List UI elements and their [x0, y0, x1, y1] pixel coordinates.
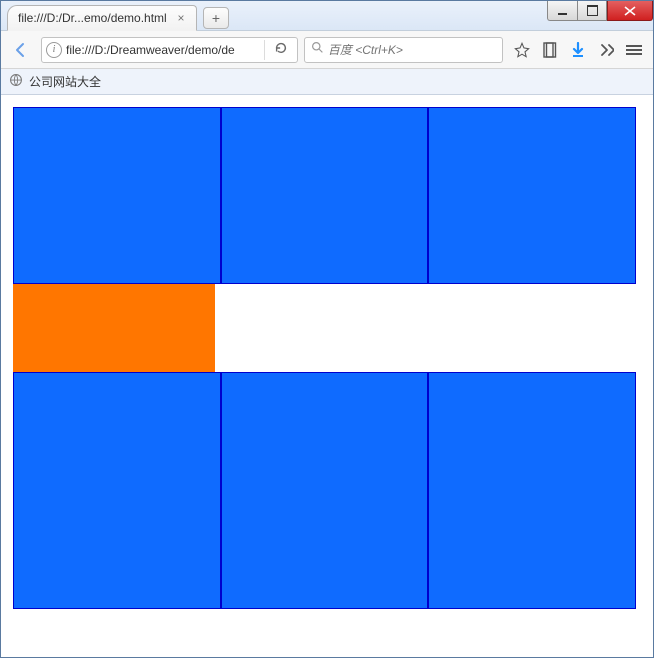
toolbar-right: [509, 41, 647, 59]
globe-icon: [9, 73, 23, 90]
titlebar: file:///D:/Dr...emo/demo.html × +: [1, 1, 653, 31]
new-tab-button[interactable]: +: [203, 7, 229, 29]
bookmark-star-icon[interactable]: [513, 41, 531, 59]
url-input[interactable]: [66, 43, 260, 57]
browser-window: file:///D:/Dr...emo/demo.html × + i: [0, 0, 654, 658]
tab-strip: file:///D:/Dr...emo/demo.html × +: [7, 5, 229, 31]
maximize-button[interactable]: [577, 1, 607, 21]
tab-close-button[interactable]: ×: [174, 11, 188, 25]
grid-cell-3-2: [221, 372, 429, 609]
nav-toolbar: i: [1, 31, 653, 69]
close-button[interactable]: [607, 1, 653, 21]
library-icon[interactable]: [541, 41, 559, 59]
hamburger-icon: [626, 43, 642, 57]
search-icon: [311, 41, 324, 59]
search-input[interactable]: [328, 43, 496, 57]
grid-cell-3-3: [428, 372, 636, 609]
grid-cell-2-1: [13, 284, 215, 372]
content-viewport: [1, 95, 653, 657]
bookmarks-bar: 公司网站大全: [1, 69, 653, 95]
url-divider: [264, 40, 265, 60]
grid-cell-2-2: [215, 284, 636, 372]
window-controls: [547, 1, 653, 21]
bookmark-link[interactable]: 公司网站大全: [29, 73, 101, 90]
grid-cell-1-1: [13, 107, 221, 284]
grid-row-2: [13, 284, 636, 372]
url-bar[interactable]: i: [41, 37, 298, 63]
grid-cell-1-2: [221, 107, 429, 284]
grid-row-3: [13, 372, 636, 609]
minimize-button[interactable]: [547, 1, 577, 21]
menu-button[interactable]: [625, 41, 643, 59]
search-bar[interactable]: [304, 37, 503, 63]
grid-cell-3-1: [13, 372, 221, 609]
grid-cell-1-3: [428, 107, 636, 284]
overflow-icon[interactable]: [597, 41, 615, 59]
site-info-icon[interactable]: i: [46, 42, 62, 58]
downloads-icon[interactable]: [569, 41, 587, 59]
back-button[interactable]: [7, 36, 35, 64]
tab-title: file:///D:/Dr...emo/demo.html: [18, 11, 174, 25]
grid-row-1: [13, 107, 636, 284]
tab-active[interactable]: file:///D:/Dr...emo/demo.html ×: [7, 5, 197, 31]
demo-page: [13, 107, 636, 609]
reload-button[interactable]: [269, 41, 293, 58]
